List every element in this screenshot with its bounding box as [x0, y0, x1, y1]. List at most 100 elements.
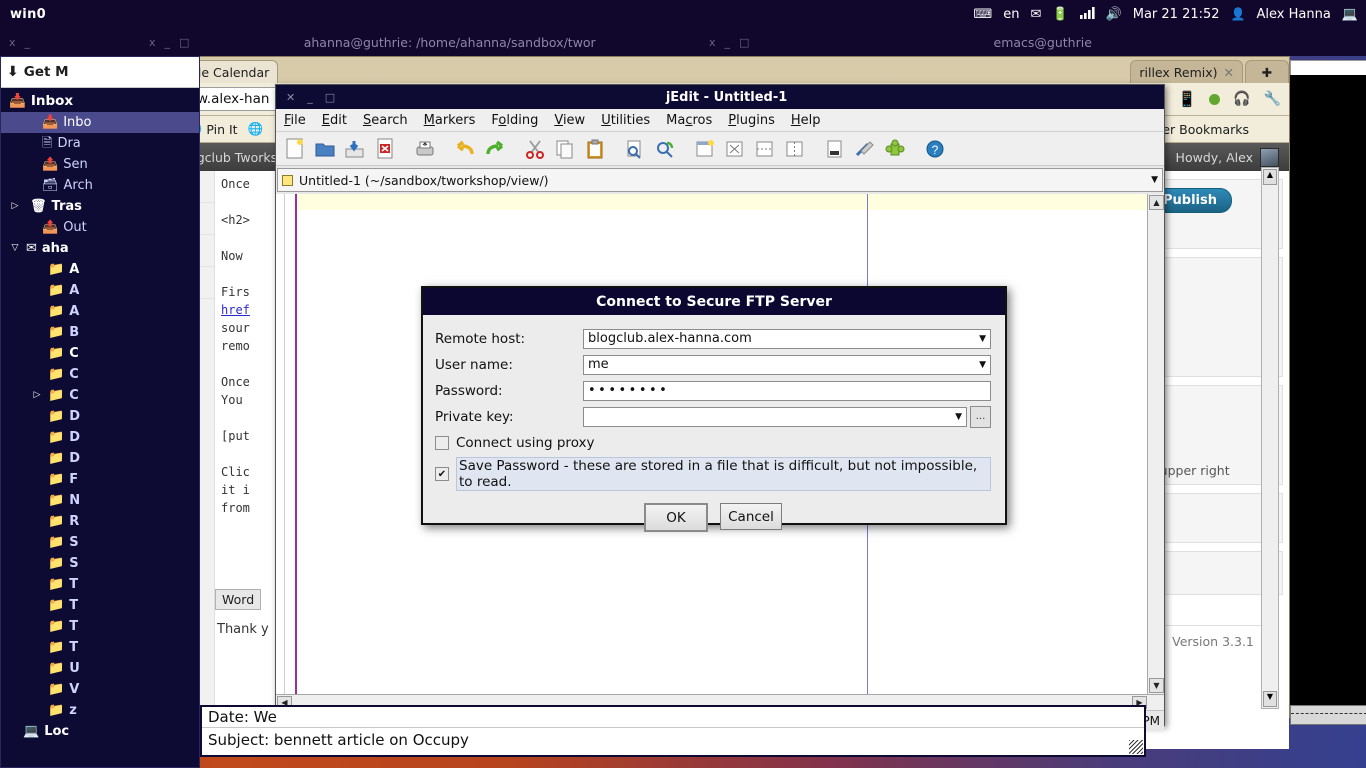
window-controls[interactable]: x _	[0, 36, 30, 49]
user-icon[interactable]: 👤	[1231, 8, 1246, 20]
remote-host-combo[interactable]: blogclub.alex-hanna.com ▼	[583, 328, 991, 349]
copy-icon[interactable]	[550, 135, 580, 162]
minimize-icon[interactable]: _	[25, 36, 31, 49]
folder-item[interactable]: 📁 A	[1, 280, 199, 301]
ftp-connect-dialog[interactable]: Connect to Secure FTP Server Remote host…	[421, 286, 1007, 532]
folder-item[interactable]: 📁 C	[1, 343, 199, 364]
minimize-icon[interactable]: _	[725, 36, 731, 49]
wrench-icon[interactable]: 🔧	[1264, 91, 1281, 107]
menu-file[interactable]: File	[276, 111, 314, 130]
help-icon[interactable]: ?	[920, 135, 950, 162]
folder-item[interactable]: 📁 S	[1, 553, 199, 574]
close-icon[interactable]: x	[149, 36, 156, 49]
connect-using-proxy-row[interactable]: Connect using proxy	[435, 435, 991, 451]
subfolder-list[interactable]: 📁 A 📁 A 📁 A 📁 B 📁 C 📁 C ▷ 📁 C 📁 D 📁 D 📁 D 📁 F 📁 N 📁 R 📁 S 📁 S 📁 T 📁 T 📁 T 📁 T 📁…	[1, 259, 199, 721]
menu-edit[interactable]: Edit	[314, 111, 355, 130]
password-input[interactable]: ••••••••	[583, 380, 991, 401]
keyboard-language-label[interactable]: en	[1003, 7, 1019, 22]
close-icon[interactable]: x	[709, 36, 716, 49]
menu-view[interactable]: View	[546, 111, 593, 130]
folder-item-drafts[interactable]: 🗎 Dra	[1, 133, 199, 154]
folder-item[interactable]: 📁 D	[1, 448, 199, 469]
ok-button[interactable]: OK	[644, 503, 708, 532]
folder-item[interactable]: 📁 T	[1, 616, 199, 637]
menu-markers[interactable]: Markers	[416, 111, 484, 130]
menu-help[interactable]: Help	[783, 111, 829, 130]
folder-item-outbox[interactable]: 📤 Out	[1, 217, 199, 238]
close-file-icon[interactable]	[370, 135, 400, 162]
cut-icon[interactable]	[520, 135, 550, 162]
monitor-icon[interactable]: 💻	[1342, 8, 1358, 21]
folder-item[interactable]: 📁 C	[1, 364, 199, 385]
save-icon[interactable]	[340, 135, 370, 162]
minimize-icon[interactable]: _	[307, 91, 313, 104]
signal-strength-icon[interactable]	[1079, 6, 1095, 22]
folder-item[interactable]: 📁 D	[1, 427, 199, 448]
split-vertical-icon[interactable]	[780, 135, 810, 162]
get-mail-button[interactable]: Get M	[24, 64, 69, 80]
split-horizontal-icon[interactable]	[750, 135, 780, 162]
wordpress-page-scrollbar[interactable]: ▲ ▼	[1261, 167, 1279, 709]
save-password-row[interactable]: ✔ Save Password - these are stored in a …	[435, 457, 991, 491]
minimize-icon[interactable]: _	[165, 36, 171, 49]
close-icon[interactable]: ✕	[1224, 65, 1234, 80]
open-file-icon[interactable]	[310, 135, 340, 162]
volume-icon[interactable]: 🔊	[1106, 8, 1122, 21]
folder-item-archive[interactable]: 🗃 Arch	[1, 175, 199, 196]
folder-item[interactable]: 📁 U	[1, 658, 199, 679]
folder-item[interactable]: 📁 T	[1, 637, 199, 658]
jedit-vertical-scrollbar[interactable]: ▲ ▼	[1147, 194, 1164, 694]
scroll-down-arrow-icon[interactable]: ▼	[1263, 691, 1277, 707]
mail-compose-window[interactable]: Date: We Subject: bennett article on Occ…	[200, 705, 1146, 757]
folder-item[interactable]: 📁 B	[1, 322, 199, 343]
clock[interactable]: Mar 21 21:52	[1133, 7, 1220, 22]
folder-item[interactable]: 📁 A	[1, 259, 199, 280]
expand-twisty-icon[interactable]: ▷	[31, 386, 43, 405]
private-key-combo[interactable]: ▼	[583, 406, 967, 427]
chevron-down-icon[interactable]: ▼	[955, 412, 962, 422]
menu-folding[interactable]: Folding	[483, 111, 546, 130]
system-tray[interactable]: ⌨ en ✉ 🔋 🔊 Mar 21 21:52 👤 Alex Hanna 💻	[973, 6, 1366, 22]
cancel-button[interactable]: Cancel	[720, 503, 782, 530]
plugin-manager-icon[interactable]	[820, 135, 850, 162]
folder-item[interactable]: 📁 S	[1, 532, 199, 553]
folder-item-trash[interactable]: ▷ 🗑 Tras	[1, 196, 199, 217]
user-name-label[interactable]: Alex Hanna	[1257, 7, 1331, 22]
battery-charging-icon[interactable]: 🔋	[1052, 8, 1068, 21]
new-file-icon[interactable]	[280, 135, 310, 162]
word-count-button[interactable]: Word	[215, 589, 262, 610]
mail-icon[interactable]: ✉	[1030, 8, 1041, 21]
folder-item-account[interactable]: ▽ ✉ aha	[1, 238, 199, 259]
chrome-tabstrip[interactable]: 21 Google Calendar rillex Remix) ✕ ✚	[67, 57, 1289, 83]
folder-item[interactable]: 📁 D	[1, 406, 199, 427]
user-name-combo[interactable]: me ▼	[583, 354, 991, 375]
print-icon[interactable]	[410, 135, 440, 162]
connect-using-proxy-checkbox[interactable]	[435, 436, 449, 450]
chevron-down-icon[interactable]: ▼	[979, 360, 986, 370]
background-window-titlebar-3[interactable]: x _ □ emacs@guthrie	[700, 28, 1366, 56]
folder-item[interactable]: 📁 V	[1, 679, 199, 700]
bookmark-extra[interactable]: 🌐	[248, 121, 264, 137]
new-tab-button[interactable]: ✚	[1245, 60, 1289, 83]
jedit-titlebar[interactable]: ✕ _ □ jEdit - Untitled-1	[276, 85, 1164, 109]
folder-item[interactable]: 📁 T	[1, 595, 199, 616]
thunderbird-toolbar[interactable]: ⬇ Get M	[1, 57, 199, 88]
chevron-down-icon[interactable]: ▼	[1151, 175, 1158, 185]
scroll-up-arrow-icon[interactable]: ▲	[1263, 169, 1277, 185]
compose-subject-line[interactable]: Subject: bennett article on Occupy	[202, 727, 1144, 750]
maximize-icon[interactable]: □	[739, 36, 749, 49]
collapse-twisty-icon[interactable]: ▽	[9, 239, 21, 258]
background-window-titlebar-2[interactable]: x _ □ ahanna@guthrie: /home/ahanna/sandb…	[140, 28, 740, 56]
folder-item-inbox[interactable]: 📥 Inbo	[1, 112, 199, 133]
howdy-menu[interactable]: Howdy, Alex	[1176, 147, 1289, 167]
jedit-menubar[interactable]: File Edit Search Markers Folding View Ut…	[276, 109, 1164, 132]
find-replace-icon[interactable]	[650, 135, 680, 162]
expand-twisty-icon[interactable]: ▷	[9, 197, 21, 216]
thunderbird-window[interactable]: ⬇ Get M 📥 Inbox 📥 Inbo 🗎 Dra 📤 Sen 🗃 Arc…	[0, 56, 200, 768]
window-controls[interactable]: x _ □	[140, 36, 189, 49]
keyboard-icon[interactable]: ⌨	[973, 8, 992, 21]
folder-item-sent[interactable]: 📤 Sen	[1, 154, 199, 175]
folder-item[interactable]: 📁 z	[1, 700, 199, 721]
window-controls[interactable]: x _ □	[700, 36, 749, 49]
maximize-icon[interactable]: □	[179, 36, 189, 49]
